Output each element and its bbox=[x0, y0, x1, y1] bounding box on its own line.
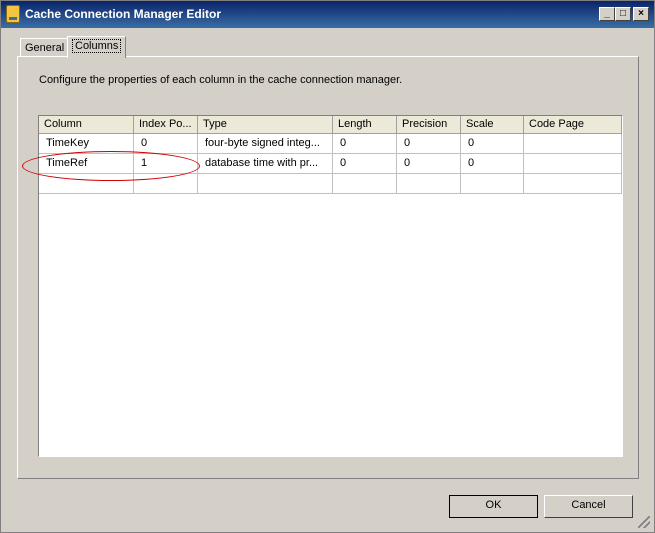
editor-window: Cache Connection Manager Editor _ □ × Ge… bbox=[0, 0, 655, 533]
cell-type[interactable]: database time with pr... bbox=[198, 154, 333, 174]
header-code-page[interactable]: Code Page bbox=[524, 116, 622, 134]
resize-grip-icon[interactable] bbox=[638, 516, 650, 528]
title-bar[interactable]: Cache Connection Manager Editor _ □ × bbox=[1, 1, 654, 28]
cancel-button[interactable]: Cancel bbox=[544, 495, 633, 518]
header-type[interactable]: Type bbox=[198, 116, 333, 134]
cell-new-row[interactable] bbox=[333, 174, 397, 194]
description-text: Configure the properties of each column … bbox=[39, 74, 403, 86]
cell-scale[interactable]: 0 bbox=[461, 134, 524, 154]
cell-code-page[interactable] bbox=[524, 154, 622, 174]
cell-code-page[interactable] bbox=[524, 134, 622, 154]
cell-length[interactable]: 0 bbox=[333, 134, 397, 154]
cell-scale[interactable]: 0 bbox=[461, 154, 524, 174]
maximize-button[interactable]: □ bbox=[615, 7, 631, 21]
cache-app-icon bbox=[6, 5, 20, 23]
close-button[interactable]: × bbox=[633, 7, 649, 21]
header-scale[interactable]: Scale bbox=[461, 116, 524, 134]
cell-new-row[interactable] bbox=[198, 174, 333, 194]
cell-precision[interactable]: 0 bbox=[397, 134, 461, 154]
cell-new-row[interactable] bbox=[461, 174, 524, 194]
cell-new-row[interactable] bbox=[397, 174, 461, 194]
minimize-button[interactable]: _ bbox=[599, 7, 615, 21]
cell-type[interactable]: four-byte signed integ... bbox=[198, 134, 333, 154]
ok-button[interactable]: OK bbox=[449, 495, 538, 518]
cell-precision[interactable]: 0 bbox=[397, 154, 461, 174]
highlight-ellipse-annotation bbox=[22, 151, 200, 181]
tab-general-label: General bbox=[25, 42, 65, 54]
cell-new-row[interactable] bbox=[524, 174, 622, 194]
header-index-position[interactable]: Index Po... bbox=[134, 116, 198, 134]
tab-general[interactable]: General bbox=[20, 38, 70, 56]
window-title: Cache Connection Manager Editor bbox=[25, 7, 222, 21]
header-column[interactable]: Column bbox=[39, 116, 134, 134]
cell-length[interactable]: 0 bbox=[333, 154, 397, 174]
header-length[interactable]: Length bbox=[333, 116, 397, 134]
cell-index-position[interactable]: 0 bbox=[134, 134, 198, 154]
tab-columns[interactable]: Columns bbox=[67, 36, 127, 58]
tab-columns-label: Columns bbox=[72, 39, 122, 53]
header-precision[interactable]: Precision bbox=[397, 116, 461, 134]
